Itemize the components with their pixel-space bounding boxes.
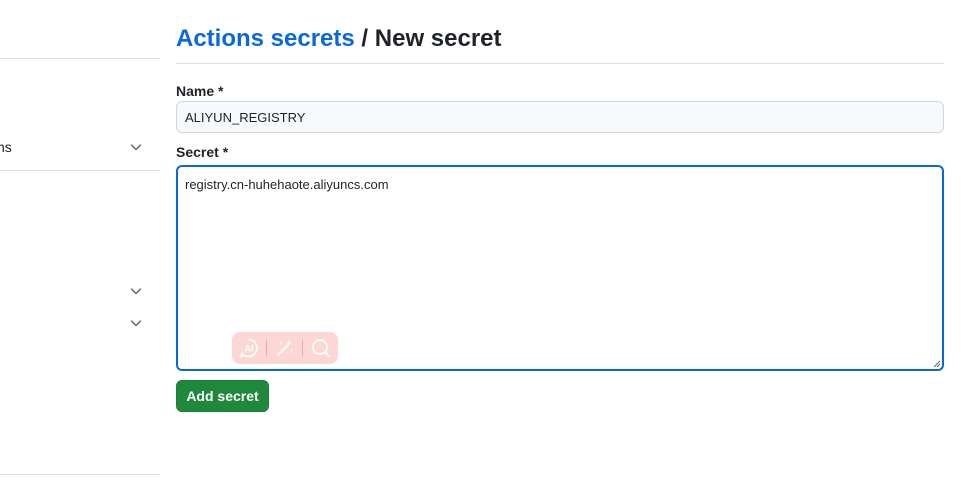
chevron-down-icon[interactable] — [128, 139, 144, 155]
toolbar-separator — [302, 340, 303, 356]
sidebar-divider — [0, 474, 160, 475]
magic-wand-icon[interactable] — [274, 337, 296, 359]
name-label: Name * — [176, 83, 224, 99]
secret-name-input[interactable] — [176, 101, 944, 133]
settings-sidebar: ns — [0, 0, 160, 494]
chevron-down-icon[interactable] — [128, 283, 144, 299]
chevron-down-icon[interactable] — [128, 315, 144, 331]
sidebar-divider — [0, 58, 160, 59]
title-divider — [176, 63, 944, 64]
ai-assistant-toolbar: AI — [232, 332, 338, 364]
secret-label: Secret * — [176, 144, 229, 160]
breadcrumb-actions-secrets-link[interactable]: Actions secrets — [176, 25, 355, 52]
svg-text:AI: AI — [245, 344, 254, 354]
secret-value-textarea-wrapper: registry.cn-huhehaote.aliyuncs.com AI — [176, 165, 944, 371]
breadcrumb-current: New secret — [374, 25, 502, 52]
resize-grip-icon[interactable] — [932, 359, 941, 368]
ai-assistant-icon[interactable]: AI — [238, 337, 260, 359]
breadcrumb-separator: / — [361, 25, 369, 52]
sidebar-item-expandable[interactable] — [0, 277, 160, 305]
sidebar-item-label: ns — [0, 139, 12, 155]
search-icon[interactable] — [310, 337, 332, 359]
add-secret-button[interactable]: Add secret — [176, 380, 269, 412]
sidebar-divider — [0, 170, 160, 171]
sidebar-item-expandable[interactable] — [0, 309, 160, 337]
page-title: Actions secrets / New secret — [176, 24, 502, 54]
sidebar-item-expandable[interactable]: ns — [0, 133, 160, 161]
toolbar-separator — [266, 340, 267, 356]
